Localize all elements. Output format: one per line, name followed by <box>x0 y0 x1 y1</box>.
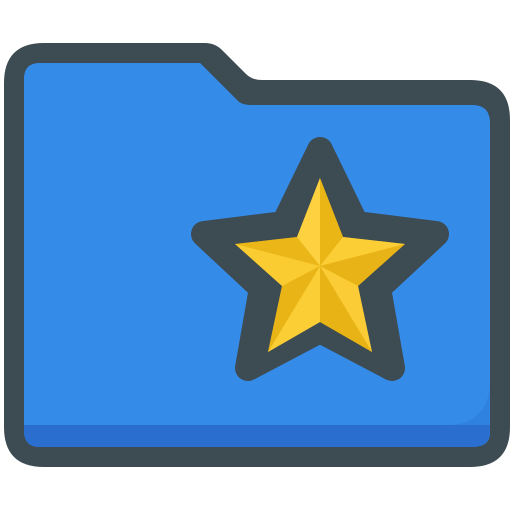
folder-bottom-band <box>24 425 490 447</box>
icon-canvas <box>0 0 512 512</box>
folder-star-icon <box>4 43 510 467</box>
